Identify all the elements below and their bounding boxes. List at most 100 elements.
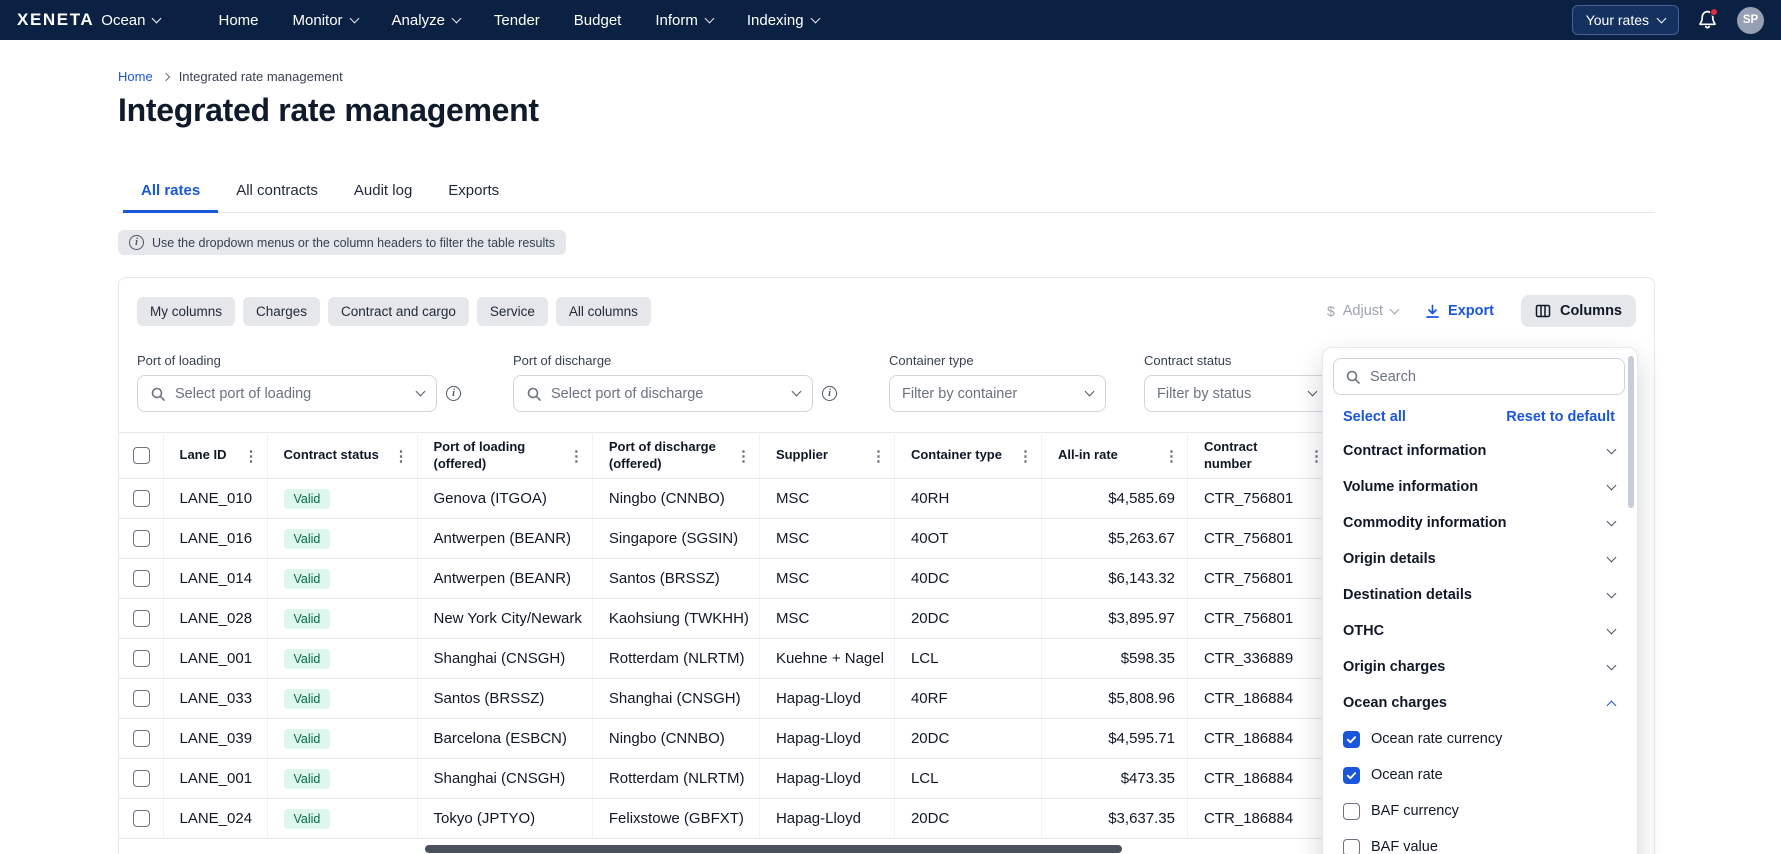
select-all-link[interactable]: Select all: [1343, 409, 1406, 425]
row-checkbox[interactable]: [133, 490, 150, 507]
column-header-lane-id[interactable]: Lane ID⋮: [163, 433, 267, 479]
panel-option-baf-value[interactable]: BAF value: [1333, 829, 1625, 854]
export-button[interactable]: Export: [1425, 303, 1494, 319]
nav-item-monitor[interactable]: Monitor: [276, 0, 375, 40]
kebab-menu-icon[interactable]: ⋮: [244, 447, 259, 465]
panel-section-label: Volume information: [1343, 479, 1478, 495]
row-checkbox[interactable]: [133, 570, 150, 587]
filter-placeholder: Filter by container: [902, 386, 1077, 402]
cell-all-in-rate: $5,808.96: [1041, 679, 1187, 719]
cell-contract-status: Valid: [267, 679, 417, 719]
filter-select-contract-status[interactable]: Filter by status: [1144, 375, 1329, 412]
row-checkbox[interactable]: [133, 690, 150, 707]
panel-option-baf-currency[interactable]: BAF currency: [1333, 793, 1625, 829]
panel-section-origin-details[interactable]: Origin details: [1333, 541, 1625, 577]
panel-section-origin-charges[interactable]: Origin charges: [1333, 649, 1625, 685]
row-checkbox[interactable]: [133, 730, 150, 747]
column-header-contract-number[interactable]: Contract number⋮: [1187, 433, 1332, 479]
column-header-port-of-discharge-offered[interactable]: Port of discharge (offered)⋮: [592, 433, 759, 479]
panel-section-ocean-charges[interactable]: Ocean charges: [1333, 685, 1625, 721]
columns-button[interactable]: Columns: [1521, 295, 1636, 327]
column-header-supplier[interactable]: Supplier⋮: [759, 433, 894, 479]
filter-select-container-type[interactable]: Filter by container: [889, 375, 1106, 412]
tab-audit-log[interactable]: Audit log: [336, 172, 430, 213]
table-row[interactable]: LANE_033ValidSantos (BRSSZ)Shanghai (CNS…: [119, 679, 1442, 719]
filter-select-port-of-loading[interactable]: Select port of loading: [137, 375, 437, 412]
chevron-up-icon: [1607, 700, 1617, 710]
chip-my-columns[interactable]: My columns: [137, 297, 235, 326]
panel-section-volume-information[interactable]: Volume information: [1333, 469, 1625, 505]
chip-service[interactable]: Service: [477, 297, 548, 326]
row-checkbox[interactable]: [133, 810, 150, 827]
kebab-menu-icon[interactable]: ⋮: [871, 447, 886, 465]
column-header-contract-status[interactable]: Contract status⋮: [267, 433, 417, 479]
row-checkbox[interactable]: [133, 770, 150, 787]
adjust-button[interactable]: $ Adjust: [1327, 303, 1398, 319]
notifications-bell-icon[interactable]: [1697, 9, 1719, 31]
cell-lane-id: LANE_028: [163, 599, 267, 639]
nav-item-budget[interactable]: Budget: [557, 0, 639, 40]
table-row[interactable]: LANE_024ValidTokyo (JPTYO)Felixstowe (GB…: [119, 799, 1442, 839]
panel-section-destination-details[interactable]: Destination details: [1333, 577, 1625, 613]
chip-contract-and-cargo[interactable]: Contract and cargo: [328, 297, 469, 326]
horizontal-scrollbar-thumb[interactable]: [425, 845, 1122, 853]
columns-search-input[interactable]: Search: [1333, 358, 1625, 395]
chip-charges[interactable]: Charges: [243, 297, 320, 326]
your-rates-button[interactable]: Your rates: [1572, 5, 1679, 35]
kebab-menu-icon[interactable]: ⋮: [394, 447, 409, 465]
table-row[interactable]: LANE_039ValidBarcelona (ESBCN)Ningbo (CN…: [119, 719, 1442, 759]
tab-all-contracts[interactable]: All contracts: [218, 172, 336, 213]
kebab-menu-icon[interactable]: ⋮: [736, 447, 751, 465]
table-row[interactable]: LANE_001ValidShanghai (CNSGH)Rotterdam (…: [119, 639, 1442, 679]
panel-section-contract-information[interactable]: Contract information: [1333, 433, 1625, 469]
kebab-menu-icon[interactable]: ⋮: [1018, 447, 1033, 465]
panel-section-commodity-information[interactable]: Commodity information: [1333, 505, 1625, 541]
tab-exports[interactable]: Exports: [430, 172, 517, 213]
cell-container-type: LCL: [894, 639, 1041, 679]
panel-option-ocean-rate[interactable]: Ocean rate: [1333, 757, 1625, 793]
panel-section-othc[interactable]: OTHC: [1333, 613, 1625, 649]
table-row[interactable]: LANE_028ValidNew York City/NewarkKaohsiu…: [119, 599, 1442, 639]
option-checkbox[interactable]: [1343, 767, 1360, 784]
option-checkbox[interactable]: [1343, 731, 1360, 748]
kebab-menu-icon[interactable]: ⋮: [569, 447, 584, 465]
breadcrumb-home-link[interactable]: Home: [118, 69, 153, 84]
nav-item-tender[interactable]: Tender: [477, 0, 557, 40]
cell-lane-id: LANE_001: [163, 639, 267, 679]
table-row[interactable]: LANE_010ValidGenova (ITGOA)Ningbo (CNNBO…: [119, 479, 1442, 519]
avatar[interactable]: SP: [1737, 7, 1764, 34]
chevron-down-icon: [704, 13, 714, 23]
panel-option-label: Ocean rate currency: [1371, 731, 1502, 747]
tab-all-rates[interactable]: All rates: [123, 172, 218, 213]
option-checkbox[interactable]: [1343, 803, 1360, 820]
row-checkbox[interactable]: [133, 530, 150, 547]
nav-item-indexing[interactable]: Indexing: [730, 0, 836, 40]
cell-port-of-discharge: Santos (BRSSZ): [592, 559, 759, 599]
select-all-checkbox[interactable]: [133, 447, 150, 464]
brand-logo[interactable]: XENETA Ocean: [17, 10, 160, 30]
filter-select-port-of-discharge[interactable]: Select port of discharge: [513, 375, 813, 412]
chevron-down-icon: [1607, 588, 1617, 598]
panel-scrollbar[interactable]: [1628, 356, 1634, 508]
nav-item-home[interactable]: Home: [202, 0, 276, 40]
nav-item-analyze[interactable]: Analyze: [375, 0, 477, 40]
cell-port-of-discharge: Shanghai (CNSGH): [592, 679, 759, 719]
table-row[interactable]: LANE_001ValidShanghai (CNSGH)Rotterdam (…: [119, 759, 1442, 799]
option-checkbox[interactable]: [1343, 839, 1360, 854]
avatar-initials: SP: [1743, 14, 1758, 26]
row-checkbox[interactable]: [133, 610, 150, 627]
kebab-menu-icon[interactable]: ⋮: [1164, 447, 1179, 465]
cell-all-in-rate: $3,637.35: [1041, 799, 1187, 839]
table-row[interactable]: LANE_014ValidAntwerpen (BEANR)Santos (BR…: [119, 559, 1442, 599]
chevron-right-icon: [161, 72, 169, 80]
panel-option-ocean-rate-currency[interactable]: Ocean rate currency: [1333, 721, 1625, 757]
reset-to-default-link[interactable]: Reset to default: [1506, 409, 1615, 425]
chip-all-columns[interactable]: All columns: [556, 297, 651, 326]
nav-item-inform[interactable]: Inform: [638, 0, 730, 40]
column-header-all-in-rate[interactable]: All-in rate⋮: [1041, 433, 1187, 479]
row-checkbox[interactable]: [133, 650, 150, 667]
column-header-port-of-loading-offered[interactable]: Port of loading (offered)⋮: [417, 433, 592, 479]
column-header-container-type[interactable]: Container type⋮: [894, 433, 1041, 479]
row-checkbox-cell: [119, 599, 163, 639]
table-row[interactable]: LANE_016ValidAntwerpen (BEANR)Singapore …: [119, 519, 1442, 559]
